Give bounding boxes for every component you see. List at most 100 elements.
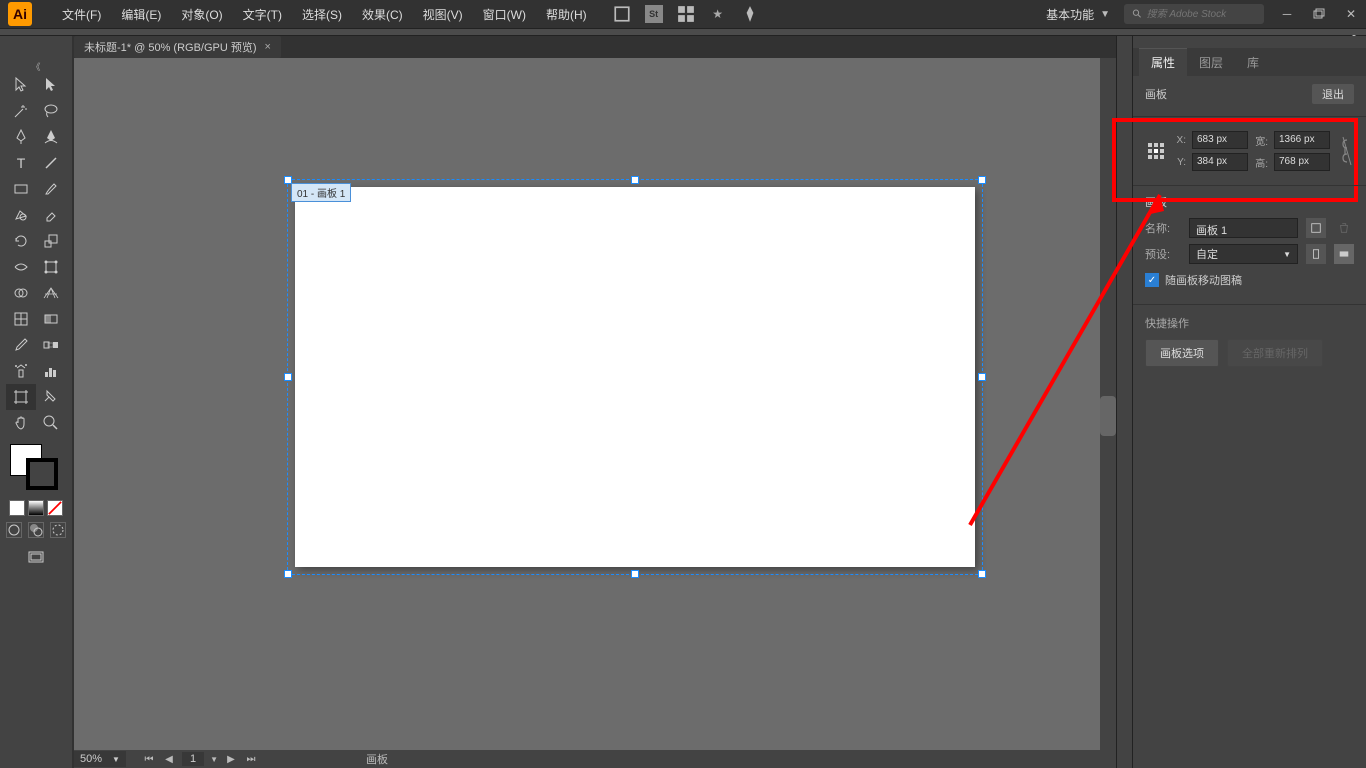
scale-tool[interactable] [36,228,66,254]
menu-object[interactable]: 对象(O) [171,6,232,23]
magic-wand-tool[interactable] [6,98,36,124]
delete-artboard-icon[interactable] [1334,218,1354,238]
zoom-select[interactable]: 50% ▼ [74,751,126,767]
rotate-tool[interactable] [6,228,36,254]
orientation-landscape-icon[interactable] [1334,244,1354,264]
vertical-scrollbar[interactable] [1100,58,1116,750]
selection-tool[interactable] [6,72,36,98]
maximize-button[interactable] [1312,7,1326,21]
curvature-tool[interactable] [36,124,66,150]
close-icon[interactable]: × [265,41,271,53]
paintbrush-tool[interactable] [36,176,66,202]
resize-handle-br[interactable] [978,570,986,578]
eyedropper-tool[interactable] [6,332,36,358]
h-label: 高: [1254,155,1268,170]
scrollbar-thumb[interactable] [1100,396,1116,436]
first-artboard-button[interactable]: ⏮ [142,752,156,766]
reference-point-icon[interactable] [1145,139,1166,163]
free-transform-tool[interactable] [36,254,66,280]
artboard-tool[interactable] [6,384,36,410]
last-artboard-button[interactable]: ⏭ [244,752,258,766]
star-icon[interactable]: ★ [709,5,727,23]
type-tool[interactable]: T [6,150,36,176]
gradient-swatch[interactable] [28,500,44,516]
shaper-tool[interactable] [6,202,36,228]
none-swatch[interactable] [47,500,63,516]
grid-icon[interactable] [677,5,695,23]
fill-stroke-swatches[interactable] [8,444,64,488]
menu-view[interactable]: 视图(V) [413,6,473,23]
lasso-tool[interactable] [36,98,66,124]
resize-handle-tm[interactable] [631,176,639,184]
box-icon[interactable] [613,5,631,23]
zoom-tool[interactable] [36,410,66,436]
line-segment-tool[interactable] [36,150,66,176]
menu-help[interactable]: 帮助(H) [536,6,597,23]
checkbox-checked-icon[interactable]: ✓ [1145,273,1159,287]
perspective-grid-tool[interactable] [36,280,66,306]
width-tool[interactable] [6,254,36,280]
tab-layers[interactable]: 图层 [1187,49,1235,76]
stroke-swatch[interactable] [26,458,58,490]
resize-handle-ml[interactable] [284,373,292,381]
menu-edit[interactable]: 编辑(E) [111,6,171,23]
toolbox-collapse-icon[interactable]: 《 [26,60,46,70]
search-box[interactable] [1124,4,1264,24]
y-input[interactable]: 384 px [1192,153,1248,171]
prev-artboard-button[interactable]: ◀ [162,752,176,766]
exit-button[interactable]: 退出 [1312,84,1354,104]
slice-tool[interactable] [36,384,66,410]
menu-file[interactable]: 文件(F) [52,6,111,23]
hand-tool[interactable] [6,410,36,436]
collapsed-panel-dock[interactable] [1116,36,1132,768]
next-artboard-button[interactable]: ▶ [224,752,238,766]
menu-effect[interactable]: 效果(C) [352,6,413,23]
pen-tool[interactable] [6,124,36,150]
preset-select[interactable]: 自定 ▼ [1189,244,1298,264]
chevron-down-icon[interactable]: ▼ [210,755,218,764]
link-dimensions-icon[interactable] [1340,132,1354,170]
stock-icon[interactable]: St [645,5,663,23]
artboard-options-button[interactable]: 画板选项 [1145,339,1219,367]
mesh-tool[interactable] [6,306,36,332]
minimize-button[interactable]: ─ [1280,7,1294,21]
artboard-number[interactable]: 1 [182,752,204,766]
tab-properties[interactable]: 属性 [1139,48,1187,76]
column-graph-tool[interactable] [36,358,66,384]
resize-handle-tr[interactable] [978,176,986,184]
artboard-options-icon[interactable] [1306,218,1326,238]
height-input[interactable]: 768 px [1274,153,1330,171]
close-button[interactable]: ✕ [1344,7,1358,21]
eraser-tool[interactable] [36,202,66,228]
gradient-tool[interactable] [36,306,66,332]
orientation-portrait-icon[interactable] [1306,244,1326,264]
width-input[interactable]: 1366 px [1274,131,1330,149]
document-tab[interactable]: 未标题-1* @ 50% (RGB/GPU 预览) × [74,36,281,58]
artboard-label[interactable]: 01 - 画板 1 [291,183,351,202]
resize-handle-bm[interactable] [631,570,639,578]
search-input[interactable] [1147,9,1256,20]
workspace-switcher[interactable]: 基本功能 ▼ [1046,6,1110,23]
draw-behind[interactable] [28,522,44,538]
menu-window[interactable]: 窗口(W) [473,6,536,23]
blend-tool[interactable] [36,332,66,358]
draw-inside[interactable] [50,522,66,538]
color-swatch[interactable] [9,500,25,516]
artboard-name-input[interactable]: 画板 1 [1189,218,1298,238]
resize-handle-mr[interactable] [978,373,986,381]
shape-builder-tool[interactable] [6,280,36,306]
rocket-icon[interactable] [741,5,759,23]
direct-selection-tool[interactable] [36,72,66,98]
menu-select[interactable]: 选择(S) [292,6,352,23]
canvas-area[interactable]: 01 - 画板 1 [74,58,1116,750]
move-artwork-checkbox-row[interactable]: ✓ 随画板移动图稿 [1145,272,1354,288]
artboard[interactable] [295,187,975,567]
rectangle-tool[interactable] [6,176,36,202]
x-input[interactable]: 683 px [1192,131,1248,149]
tab-libraries[interactable]: 库 [1235,49,1271,76]
draw-normal[interactable] [6,522,22,538]
screen-mode[interactable] [21,546,51,570]
menu-type[interactable]: 文字(T) [233,6,292,23]
symbol-sprayer-tool[interactable] [6,358,36,384]
resize-handle-bl[interactable] [284,570,292,578]
